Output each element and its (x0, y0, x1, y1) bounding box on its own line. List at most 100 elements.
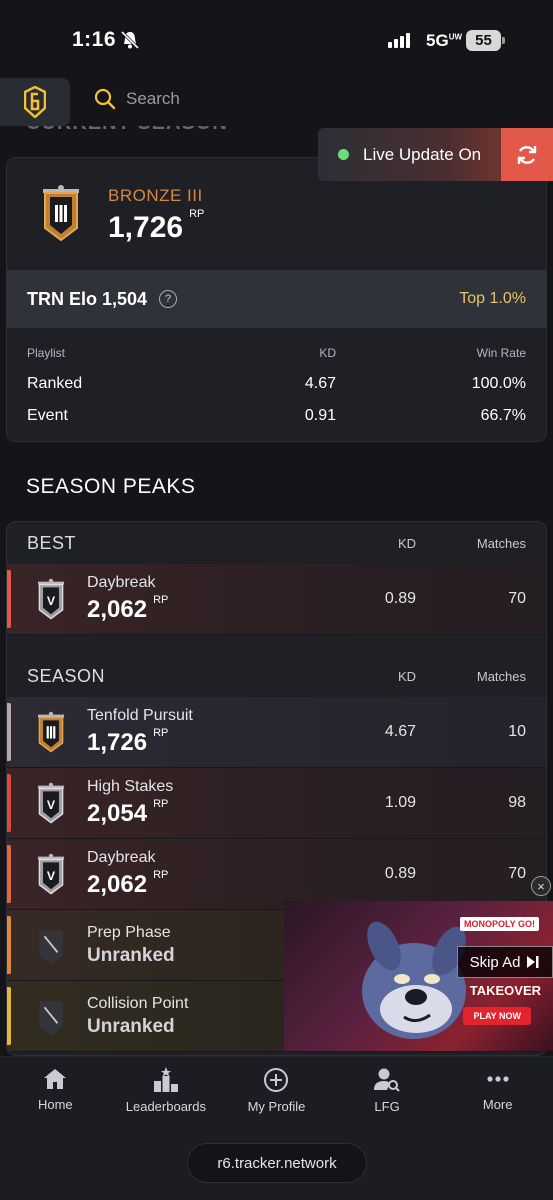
ad-character-illustration (362, 921, 466, 1039)
status-time: 1:16 (72, 28, 117, 51)
live-status-dot (338, 149, 349, 160)
ad-cta-button[interactable]: PLAY NOW (463, 1007, 531, 1025)
refresh-icon (517, 145, 537, 164)
playlist-table: Playlist KD Win Rate Ranked 4.67 100.0% … (7, 328, 546, 432)
season-row[interactable]: V Daybreak 2,062 RP 0.89 70 (7, 839, 546, 910)
bronze-rank-badge-icon (43, 185, 79, 242)
kd-value: 0.89 (384, 590, 416, 607)
season-name: Daybreak (87, 574, 156, 591)
skip-icon (527, 956, 539, 968)
signal-icon (388, 33, 410, 48)
unranked-status: Unranked (87, 944, 175, 966)
kd-value: 1.09 (384, 794, 416, 811)
nav-my-profile[interactable]: My Profile (221, 1067, 331, 1114)
nav-more[interactable]: More (443, 1067, 553, 1114)
search-icon (94, 88, 116, 110)
r6-logo-button[interactable] (0, 78, 70, 126)
nav-leaderboards[interactable]: Leaderboards (111, 1067, 221, 1114)
more-icon (487, 1076, 509, 1082)
playlist-name: Event (27, 407, 68, 424)
leaderboards-icon (153, 1067, 178, 1092)
search-placeholder: Search (126, 89, 180, 108)
trn-elo-row: TRN Elo 1,504 ? Top 1.0% (7, 270, 546, 328)
search-bar[interactable]: Search (94, 88, 180, 110)
matches-value: 98 (508, 794, 526, 811)
ad-close-button[interactable]: × (531, 876, 551, 896)
kd-value: 4.67 (304, 375, 336, 392)
kd-value: 0.89 (384, 865, 416, 882)
col-win-rate: Win Rate (476, 346, 526, 360)
video-ad[interactable]: MONOPOLY GO! Skip Ad TAKEOVER PLAY NOW (284, 901, 553, 1051)
svg-text:V: V (47, 594, 56, 608)
best-label: BEST (27, 532, 77, 553)
svg-text:V: V (47, 869, 56, 883)
help-icon[interactable]: ? (159, 290, 178, 308)
matches-value: 70 (508, 590, 526, 607)
col-matches: Matches (476, 535, 526, 551)
season-row[interactable]: V High Stakes 2,054 RP 1.09 98 (7, 768, 546, 839)
live-update-banner[interactable]: Live Update On (318, 128, 553, 181)
season-name: Tenfold Pursuit (87, 707, 193, 724)
skip-ad-button[interactable]: Skip Ad (457, 946, 553, 978)
nav-leaderboards-label: Leaderboards (125, 1099, 206, 1114)
win-rate-value: 66.7% (480, 407, 526, 424)
r6-logo-icon (24, 86, 46, 118)
unranked-status: Unranked (87, 1015, 175, 1037)
col-kd: KD (397, 668, 416, 684)
nav-lfg-label: LFG (374, 1099, 400, 1114)
playlist-name: Ranked (27, 375, 83, 392)
rank-name: BRONZE III (108, 186, 203, 205)
win-rate-value: 100.0% (471, 375, 526, 392)
current-season-card: BRONZE III 1,726 RP TRN Elo 1,504 ? Top 1… (6, 157, 547, 442)
browser-url-bar[interactable]: r6.tracker.network (187, 1143, 367, 1183)
silver-v-rank-badge-icon: V (37, 853, 65, 895)
bell-muted-icon (120, 30, 140, 50)
matches-value: 10 (508, 723, 526, 740)
season-name: Collision Point (87, 994, 189, 1012)
battery-indicator: 55 (466, 30, 505, 51)
bronze-rank-badge-icon (37, 711, 65, 753)
best-season-row[interactable]: V Daybreak 2,062 RP 0.89 70 (7, 564, 546, 635)
season-rp: 2,062 RP (87, 869, 169, 898)
kd-value: 0.91 (304, 407, 336, 424)
season-row[interactable]: Tenfold Pursuit 1,726 RP 4.67 10 (7, 697, 546, 768)
matches-value: 70 (508, 865, 526, 882)
ad-headline: TAKEOVER (469, 983, 541, 998)
skip-ad-label: Skip Ad (469, 953, 521, 971)
bottom-navigation: Home Leaderboards My Profile LFG More r6… (0, 1056, 553, 1200)
nav-home-label: Home (37, 1097, 73, 1112)
table-row: Event 0.91 66.7% (27, 400, 526, 432)
nav-home[interactable]: Home (0, 1067, 110, 1114)
unranked-badge-icon (39, 1001, 63, 1036)
col-matches: Matches (476, 668, 526, 684)
col-kd: KD (319, 346, 336, 360)
season-name: Prep Phase (87, 923, 171, 941)
nav-my-profile-label: My Profile (247, 1099, 306, 1114)
top-percent: Top 1.0% (459, 290, 526, 307)
user-search-icon (374, 1068, 400, 1092)
status-bar: 1:16 5GUW 55 (0, 0, 553, 70)
kd-value: 4.67 (384, 723, 416, 740)
season-rp: 2,054 RP (87, 798, 169, 827)
plus-circle-icon (264, 1068, 289, 1092)
silver-v-rank-badge-icon: V (37, 578, 65, 620)
refresh-button[interactable] (501, 128, 553, 181)
unranked-badge-icon (39, 930, 63, 965)
best-header: BEST KD Matches (7, 522, 546, 564)
silver-v-rank-badge-icon: V (37, 782, 65, 824)
col-kd: KD (397, 535, 416, 551)
ad-brand: MONOPOLY GO! (459, 917, 539, 931)
season-label: SEASON (27, 665, 106, 686)
season-name: High Stakes (87, 778, 174, 795)
table-row: Ranked 4.67 100.0% (27, 368, 526, 400)
nav-lfg[interactable]: LFG (332, 1067, 442, 1114)
season-name: Daybreak (87, 849, 156, 866)
elo-label: TRN Elo 1,504 (27, 288, 148, 309)
col-playlist: Playlist (27, 346, 66, 360)
season-header: SEASON KD Matches (7, 655, 546, 697)
svg-text:V: V (47, 798, 56, 812)
season-rp: 1,726 RP (87, 727, 169, 756)
season-peaks-title: SEASON PEAKS (26, 475, 196, 498)
nav-more-label: More (482, 1097, 513, 1112)
season-rp: 2,062 RP (87, 594, 169, 623)
